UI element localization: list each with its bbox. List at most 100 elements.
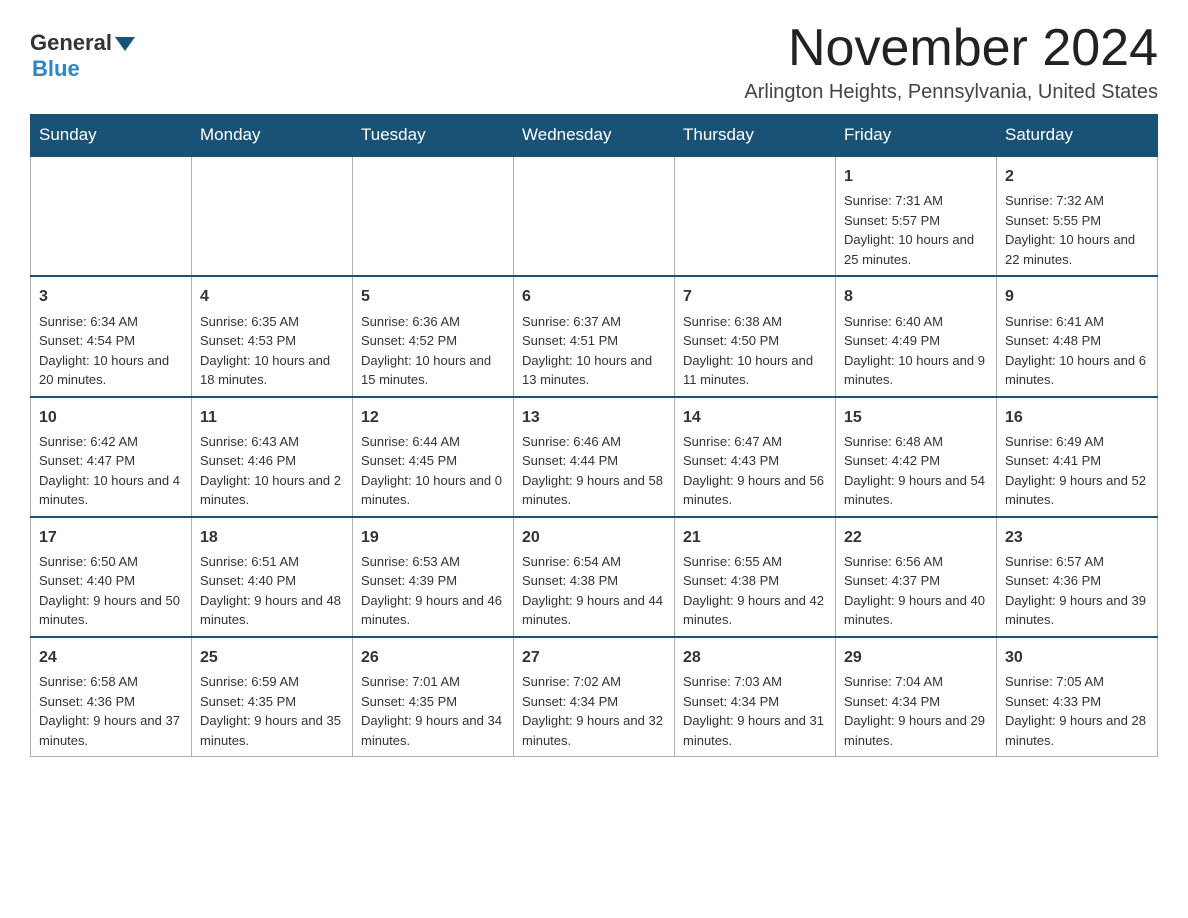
calendar-table: SundayMondayTuesdayWednesdayThursdayFrid…: [30, 114, 1158, 757]
day-info: Sunrise: 6:53 AM Sunset: 4:39 PM Dayligh…: [361, 552, 505, 630]
calendar-cell: 1 Sunrise: 7:31 AM Sunset: 5:57 PM Daylig…: [836, 156, 997, 276]
calendar-cell: 21 Sunrise: 6:55 AM Sunset: 4:38 PM Dayli…: [675, 517, 836, 637]
day-info: Sunrise: 6:35 AM Sunset: 4:53 PM Dayligh…: [200, 312, 344, 390]
day-number: 10: [39, 406, 183, 429]
calendar-day-header: Sunday: [31, 115, 192, 157]
day-info: Sunrise: 6:49 AM Sunset: 4:41 PM Dayligh…: [1005, 432, 1149, 510]
calendar-cell: 4 Sunrise: 6:35 AM Sunset: 4:53 PM Daylig…: [192, 276, 353, 396]
day-number: 16: [1005, 406, 1149, 429]
calendar-cell: 7 Sunrise: 6:38 AM Sunset: 4:50 PM Daylig…: [675, 276, 836, 396]
calendar-cell: 13 Sunrise: 6:46 AM Sunset: 4:44 PM Dayli…: [514, 397, 675, 517]
calendar-cell: 26 Sunrise: 7:01 AM Sunset: 4:35 PM Dayli…: [353, 637, 514, 757]
calendar-day-header: Friday: [836, 115, 997, 157]
calendar-week-row: 3Sunrise: 6:34 AM Sunset: 4:54 PM Daylig…: [31, 276, 1158, 396]
calendar-day-header: Monday: [192, 115, 353, 157]
calendar-day-header: Tuesday: [353, 115, 514, 157]
day-info: Sunrise: 6:41 AM Sunset: 4:48 PM Dayligh…: [1005, 312, 1149, 390]
day-number: 13: [522, 406, 666, 429]
calendar-day-header: Saturday: [997, 115, 1158, 157]
calendar-cell: 29 Sunrise: 7:04 AM Sunset: 4:34 PM Dayli…: [836, 637, 997, 757]
day-info: Sunrise: 7:32 AM Sunset: 5:55 PM Dayligh…: [1005, 191, 1149, 269]
day-info: Sunrise: 6:34 AM Sunset: 4:54 PM Dayligh…: [39, 312, 183, 390]
day-info: Sunrise: 6:51 AM Sunset: 4:40 PM Dayligh…: [200, 552, 344, 630]
day-number: 8: [844, 285, 988, 308]
location-subtitle: Arlington Heights, Pennsylvania, United …: [744, 81, 1158, 104]
day-number: 2: [1005, 165, 1149, 188]
day-info: Sunrise: 7:04 AM Sunset: 4:34 PM Dayligh…: [844, 672, 988, 750]
day-info: Sunrise: 7:31 AM Sunset: 5:57 PM Dayligh…: [844, 191, 988, 269]
calendar-cell: 6Sunrise: 6:37 AM Sunset: 4:51 PM Daylig…: [514, 276, 675, 396]
calendar-cell: 3Sunrise: 6:34 AM Sunset: 4:54 PM Daylig…: [31, 276, 192, 396]
calendar-day-header: Thursday: [675, 115, 836, 157]
day-number: 20: [522, 526, 666, 549]
calendar-cell: 9 Sunrise: 6:41 AM Sunset: 4:48 PM Daylig…: [997, 276, 1158, 396]
day-number: 7: [683, 285, 827, 308]
day-info: Sunrise: 6:37 AM Sunset: 4:51 PM Dayligh…: [522, 312, 666, 390]
calendar-cell: [514, 156, 675, 276]
calendar-cell: 5 Sunrise: 6:36 AM Sunset: 4:52 PM Daylig…: [353, 276, 514, 396]
day-info: Sunrise: 6:55 AM Sunset: 4:38 PM Dayligh…: [683, 552, 827, 630]
calendar-cell: 11 Sunrise: 6:43 AM Sunset: 4:46 PM Dayli…: [192, 397, 353, 517]
calendar-cell: 10Sunrise: 6:42 AM Sunset: 4:47 PM Dayli…: [31, 397, 192, 517]
calendar-cell: 12Sunrise: 6:44 AM Sunset: 4:45 PM Dayli…: [353, 397, 514, 517]
day-info: Sunrise: 7:03 AM Sunset: 4:34 PM Dayligh…: [683, 672, 827, 750]
day-number: 19: [361, 526, 505, 549]
day-info: Sunrise: 6:48 AM Sunset: 4:42 PM Dayligh…: [844, 432, 988, 510]
calendar-cell: 27Sunrise: 7:02 AM Sunset: 4:34 PM Dayli…: [514, 637, 675, 757]
day-number: 22: [844, 526, 988, 549]
day-info: Sunrise: 6:59 AM Sunset: 4:35 PM Dayligh…: [200, 672, 344, 750]
day-number: 14: [683, 406, 827, 429]
month-title: November 2024: [744, 20, 1158, 77]
calendar-week-row: 1 Sunrise: 7:31 AM Sunset: 5:57 PM Daylig…: [31, 156, 1158, 276]
day-number: 12: [361, 406, 505, 429]
day-number: 17: [39, 526, 183, 549]
day-number: 18: [200, 526, 344, 549]
day-number: 15: [844, 406, 988, 429]
day-info: Sunrise: 6:38 AM Sunset: 4:50 PM Dayligh…: [683, 312, 827, 390]
day-number: 26: [361, 646, 505, 669]
calendar-week-row: 24 Sunrise: 6:58 AM Sunset: 4:36 PM Dayli…: [31, 637, 1158, 757]
calendar-cell: 24 Sunrise: 6:58 AM Sunset: 4:36 PM Dayli…: [31, 637, 192, 757]
calendar-cell: 15 Sunrise: 6:48 AM Sunset: 4:42 PM Dayli…: [836, 397, 997, 517]
day-number: 24: [39, 646, 183, 669]
day-info: Sunrise: 6:50 AM Sunset: 4:40 PM Dayligh…: [39, 552, 183, 630]
calendar-cell: 17 Sunrise: 6:50 AM Sunset: 4:40 PM Dayli…: [31, 517, 192, 637]
day-info: Sunrise: 7:05 AM Sunset: 4:33 PM Dayligh…: [1005, 672, 1149, 750]
day-number: 25: [200, 646, 344, 669]
calendar-cell: 22Sunrise: 6:56 AM Sunset: 4:37 PM Dayli…: [836, 517, 997, 637]
calendar-week-row: 17 Sunrise: 6:50 AM Sunset: 4:40 PM Dayli…: [31, 517, 1158, 637]
calendar-cell: 20Sunrise: 6:54 AM Sunset: 4:38 PM Dayli…: [514, 517, 675, 637]
day-number: 28: [683, 646, 827, 669]
day-info: Sunrise: 6:46 AM Sunset: 4:44 PM Dayligh…: [522, 432, 666, 510]
calendar-cell: 2 Sunrise: 7:32 AM Sunset: 5:55 PM Daylig…: [997, 156, 1158, 276]
day-number: 4: [200, 285, 344, 308]
day-info: Sunrise: 6:43 AM Sunset: 4:46 PM Dayligh…: [200, 432, 344, 510]
calendar-day-header: Wednesday: [514, 115, 675, 157]
day-number: 11: [200, 406, 344, 429]
calendar-cell: 19 Sunrise: 6:53 AM Sunset: 4:39 PM Dayli…: [353, 517, 514, 637]
day-info: Sunrise: 7:01 AM Sunset: 4:35 PM Dayligh…: [361, 672, 505, 750]
calendar-cell: 23 Sunrise: 6:57 AM Sunset: 4:36 PM Dayli…: [997, 517, 1158, 637]
title-area: November 2024 Arlington Heights, Pennsyl…: [744, 20, 1158, 104]
calendar-cell: [192, 156, 353, 276]
day-number: 1: [844, 165, 988, 188]
day-info: Sunrise: 6:58 AM Sunset: 4:36 PM Dayligh…: [39, 672, 183, 750]
calendar-cell: 30 Sunrise: 7:05 AM Sunset: 4:33 PM Dayli…: [997, 637, 1158, 757]
logo-blue-text: Blue: [32, 56, 80, 82]
calendar-cell: [353, 156, 514, 276]
day-number: 5: [361, 285, 505, 308]
calendar-week-row: 10Sunrise: 6:42 AM Sunset: 4:47 PM Dayli…: [31, 397, 1158, 517]
calendar-cell: 16 Sunrise: 6:49 AM Sunset: 4:41 PM Dayli…: [997, 397, 1158, 517]
calendar-cell: 28 Sunrise: 7:03 AM Sunset: 4:34 PM Dayli…: [675, 637, 836, 757]
calendar-header-row: SundayMondayTuesdayWednesdayThursdayFrid…: [31, 115, 1158, 157]
day-number: 23: [1005, 526, 1149, 549]
day-info: Sunrise: 6:57 AM Sunset: 4:36 PM Dayligh…: [1005, 552, 1149, 630]
header: General Blue November 2024 Arlington Hei…: [30, 20, 1158, 104]
day-number: 29: [844, 646, 988, 669]
day-number: 21: [683, 526, 827, 549]
calendar-cell: 25 Sunrise: 6:59 AM Sunset: 4:35 PM Dayli…: [192, 637, 353, 757]
day-info: Sunrise: 6:36 AM Sunset: 4:52 PM Dayligh…: [361, 312, 505, 390]
calendar-cell: [31, 156, 192, 276]
day-number: 9: [1005, 285, 1149, 308]
day-number: 30: [1005, 646, 1149, 669]
